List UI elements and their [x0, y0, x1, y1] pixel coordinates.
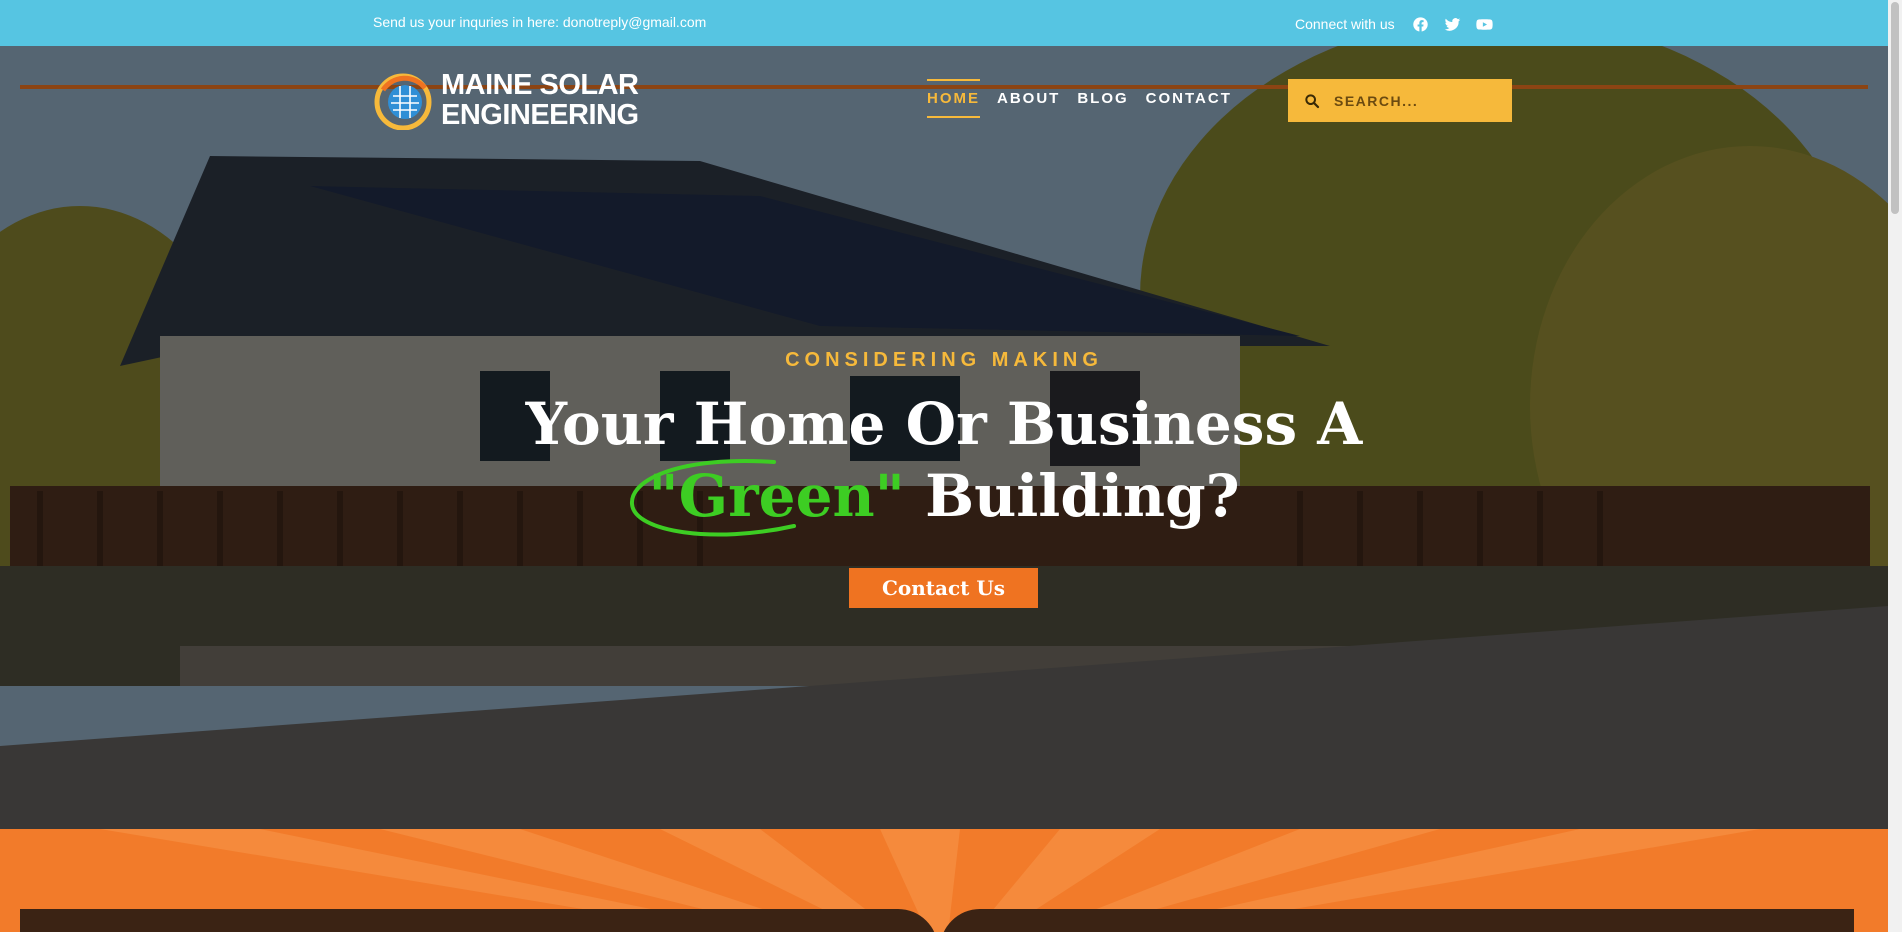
- contact-email-text: Send us your inquries in here: donotrepl…: [373, 14, 707, 30]
- top-bar: Send us your inquries in here: donotrepl…: [0, 0, 1888, 46]
- orange-section: [0, 829, 1888, 932]
- logo-line2: ENGINEERING: [441, 99, 639, 131]
- main-nav: HOME ABOUT BLOG CONTACT: [927, 79, 1249, 118]
- headline-rest: Building?: [904, 462, 1240, 530]
- logo-text: MAINE SOLAR ENGINEERING: [441, 70, 639, 130]
- highlight-ring-icon: [630, 459, 797, 537]
- feature-card-right: [940, 909, 1854, 932]
- solar-globe-icon: [373, 70, 433, 131]
- hero-headline: Your Home Or Business A "Green" Building…: [0, 388, 1888, 537]
- facebook-icon[interactable]: [1411, 14, 1431, 34]
- search-icon[interactable]: [1304, 93, 1320, 109]
- headline-line1: Your Home Or Business A: [525, 390, 1363, 458]
- nav-home[interactable]: HOME: [927, 79, 980, 118]
- feature-card-left: [20, 909, 938, 932]
- twitter-icon[interactable]: [1443, 14, 1463, 34]
- headline-line2: "Green" Building?: [0, 459, 1888, 537]
- search-input[interactable]: [1332, 91, 1506, 110]
- search-box: [1288, 79, 1512, 122]
- nav-about[interactable]: ABOUT: [997, 79, 1060, 118]
- scrollbar-thumb[interactable]: [1891, 2, 1899, 214]
- connect-label: Connect with us: [1295, 16, 1395, 32]
- youtube-icon[interactable]: [1475, 14, 1495, 34]
- social-links: Connect with us: [1295, 14, 1507, 34]
- logo-line1: MAINE SOLAR: [441, 69, 639, 101]
- nav-blog[interactable]: BLOG: [1077, 79, 1128, 118]
- nav-contact[interactable]: CONTACT: [1146, 79, 1232, 118]
- contact-us-button[interactable]: Contact Us: [849, 568, 1038, 608]
- hero-eyebrow: CONSIDERING MAKING: [785, 349, 1103, 371]
- site-logo[interactable]: MAINE SOLAR ENGINEERING: [373, 70, 639, 131]
- page-scrollbar[interactable]: [1888, 0, 1902, 932]
- green-highlight: "Green": [630, 459, 905, 537]
